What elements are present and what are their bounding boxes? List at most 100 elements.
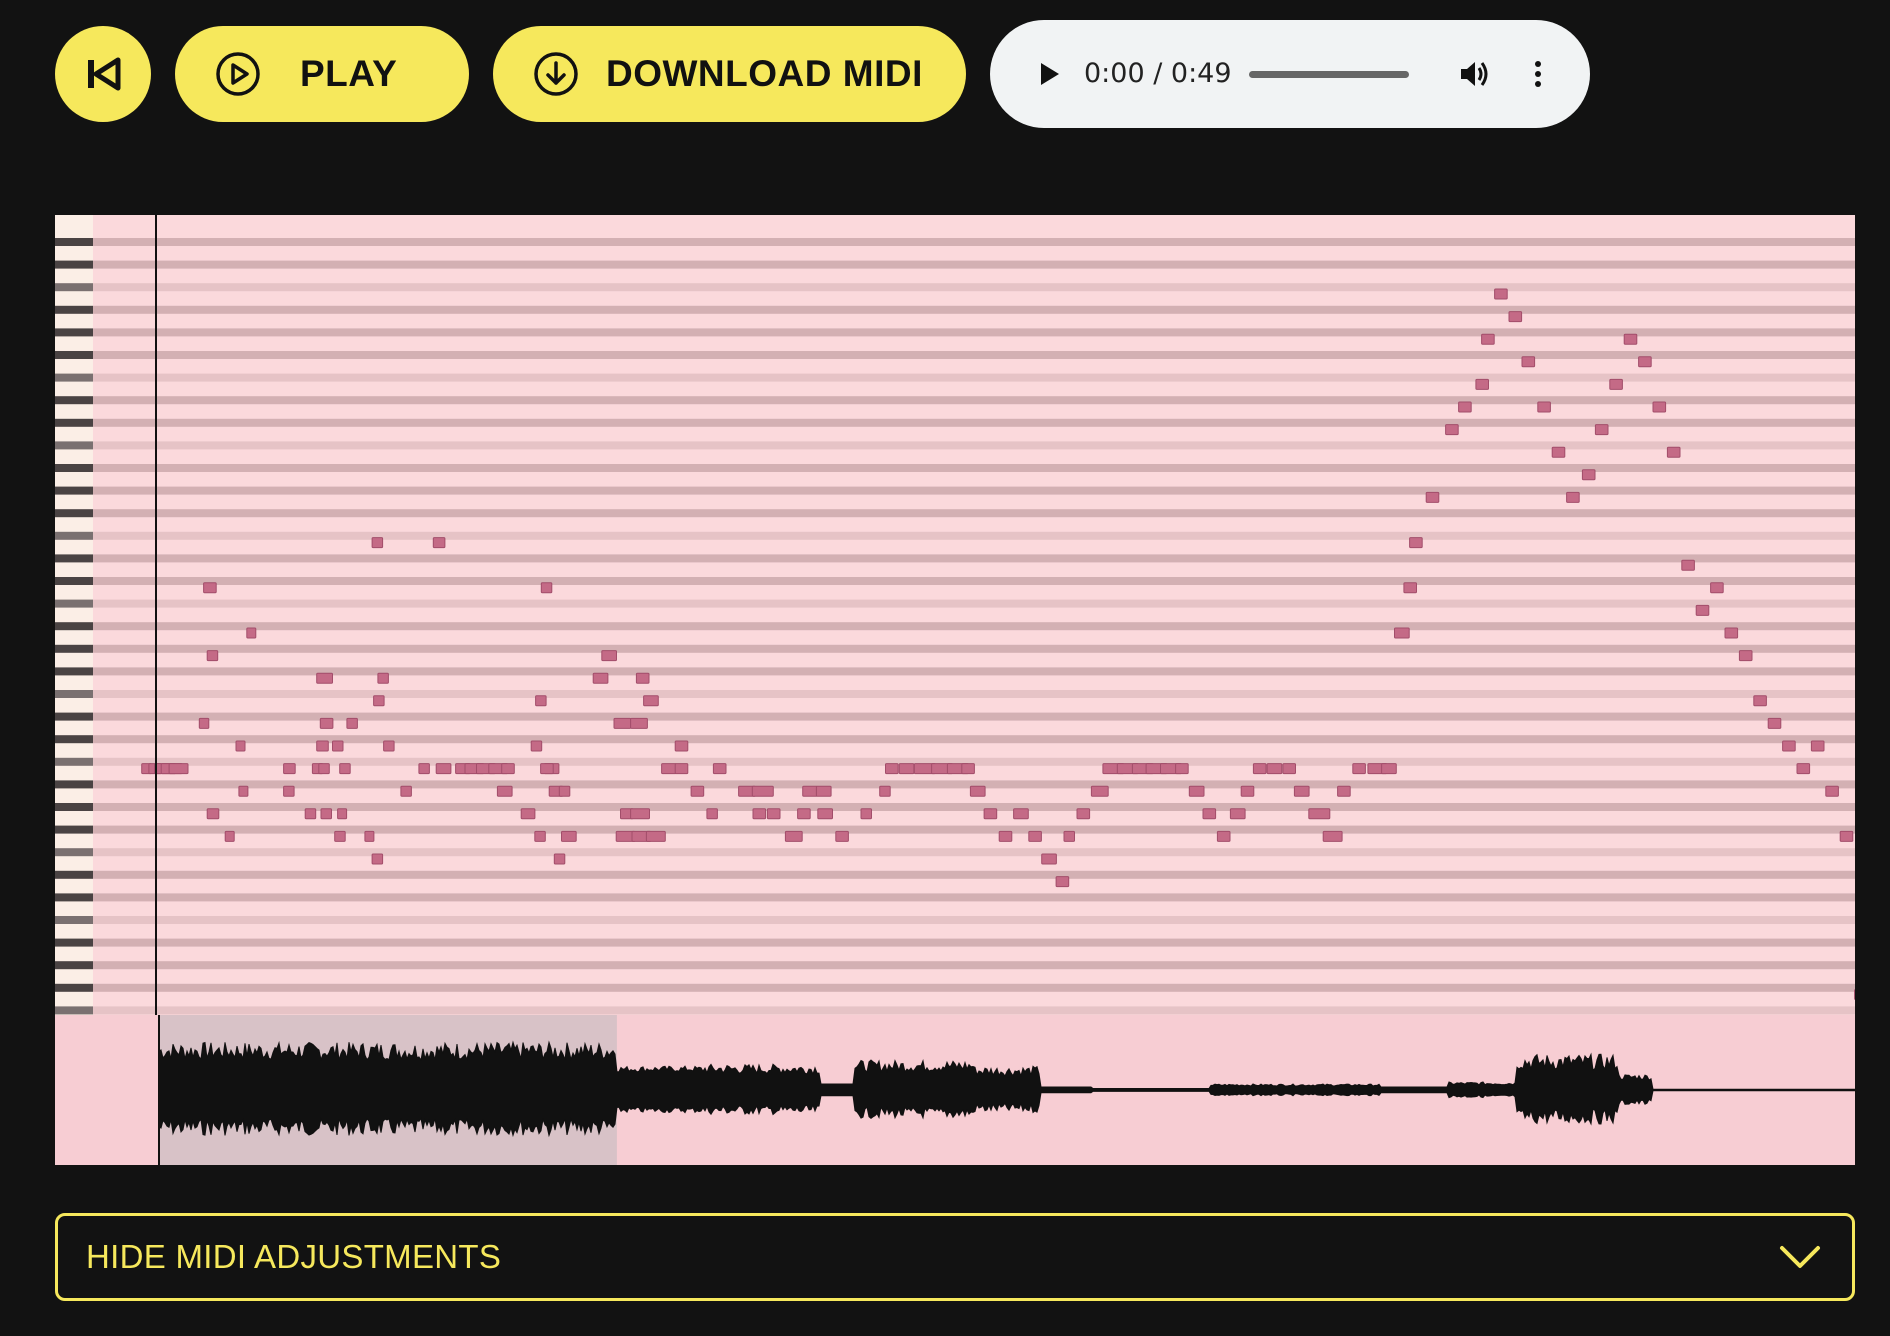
midi-note[interactable]: [1175, 763, 1189, 775]
midi-note[interactable]: [246, 627, 257, 639]
midi-note[interactable]: [1521, 356, 1536, 368]
midi-note[interactable]: [1055, 876, 1070, 888]
midi-note[interactable]: [1710, 582, 1724, 594]
midi-note[interactable]: [1566, 491, 1580, 503]
midi-note[interactable]: [283, 785, 295, 797]
midi-note[interactable]: [1090, 785, 1109, 797]
midi-note[interactable]: [1782, 740, 1796, 752]
midi-note[interactable]: [879, 785, 891, 797]
midi-note[interactable]: [635, 672, 650, 684]
midi-note[interactable]: [1839, 830, 1854, 842]
midi-note[interactable]: [553, 853, 566, 865]
midi-note[interactable]: [1581, 469, 1596, 481]
midi-note[interactable]: [885, 763, 899, 775]
midi-note[interactable]: [1293, 785, 1310, 797]
piano-roll[interactable]: [55, 215, 1855, 1015]
midi-note[interactable]: [1724, 627, 1739, 639]
midi-note[interactable]: [235, 740, 246, 752]
midi-note[interactable]: [601, 650, 617, 662]
midi-note[interactable]: [418, 763, 430, 775]
midi-note[interactable]: [1551, 446, 1566, 458]
midi-note[interactable]: [752, 808, 767, 820]
midi-note[interactable]: [1308, 808, 1331, 820]
midi-note[interactable]: [561, 830, 577, 842]
midi-note[interactable]: [1409, 537, 1423, 549]
midi-note[interactable]: [435, 763, 452, 775]
midi-note[interactable]: [1425, 491, 1440, 503]
midi-note[interactable]: [1623, 333, 1638, 345]
midi-note[interactable]: [784, 830, 803, 842]
midi-note[interactable]: [496, 785, 513, 797]
midi-note[interactable]: [206, 650, 219, 662]
midi-note[interactable]: [1494, 288, 1508, 300]
midi-note[interactable]: [1738, 650, 1753, 662]
midi-note[interactable]: [558, 785, 571, 797]
midi-note[interactable]: [377, 672, 389, 684]
midi-note[interactable]: [860, 808, 872, 820]
midi-note[interactable]: [332, 740, 344, 752]
midi-note[interactable]: [1537, 401, 1551, 413]
midi-note[interactable]: [339, 763, 351, 775]
midi-note[interactable]: [969, 785, 986, 797]
midi-note[interactable]: [1753, 695, 1767, 707]
midi-note[interactable]: [383, 740, 395, 752]
volume-icon[interactable]: [1456, 56, 1492, 92]
midi-note[interactable]: [766, 808, 781, 820]
midi-note[interactable]: [1381, 763, 1397, 775]
midi-note[interactable]: [898, 763, 915, 775]
midi-note[interactable]: [400, 785, 412, 797]
midi-note[interactable]: [802, 785, 818, 797]
waveform[interactable]: [55, 1015, 1855, 1165]
midi-note[interactable]: [1216, 830, 1231, 842]
midi-note[interactable]: [501, 763, 515, 775]
midi-note[interactable]: [1681, 559, 1695, 571]
midi-note[interactable]: [961, 763, 975, 775]
midi-note[interactable]: [530, 740, 543, 752]
midi-note[interactable]: [1041, 853, 1057, 865]
midi-note[interactable]: [283, 763, 296, 775]
midi-note[interactable]: [371, 537, 384, 549]
midi-note[interactable]: [1076, 808, 1091, 820]
midi-note[interactable]: [983, 808, 998, 820]
midi-note[interactable]: [592, 672, 609, 684]
more-vertical-icon[interactable]: [1520, 56, 1556, 92]
midi-note[interactable]: [1609, 378, 1623, 390]
midi-note[interactable]: [319, 717, 334, 729]
midi-note[interactable]: [203, 582, 217, 594]
midi-note[interactable]: [1403, 582, 1418, 594]
download-midi-button[interactable]: DOWNLOAD MIDI: [493, 26, 966, 122]
midi-note[interactable]: [1695, 604, 1710, 616]
midi-note[interactable]: [674, 740, 689, 752]
midi-note[interactable]: [712, 763, 727, 775]
midi-note[interactable]: [1825, 785, 1839, 797]
midi-note[interactable]: [364, 830, 375, 842]
midi-note[interactable]: [318, 763, 330, 775]
hide-midi-adjustments-toggle[interactable]: HIDE MIDI ADJUSTMENTS: [55, 1213, 1855, 1301]
audio-progress-bar[interactable]: [1249, 71, 1409, 78]
midi-note[interactable]: [540, 582, 553, 594]
midi-note[interactable]: [535, 695, 547, 707]
midi-note[interactable]: [334, 830, 346, 842]
midi-note[interactable]: [1796, 763, 1811, 775]
midi-note[interactable]: [316, 672, 334, 684]
midi-note[interactable]: [1394, 627, 1410, 639]
midi-note[interactable]: [1638, 356, 1652, 368]
midi-note[interactable]: [304, 808, 317, 820]
midi-note[interactable]: [1266, 763, 1283, 775]
midi-note[interactable]: [1240, 785, 1255, 797]
midi-note[interactable]: [346, 717, 358, 729]
midi-note[interactable]: [630, 808, 650, 820]
midi-note[interactable]: [320, 808, 332, 820]
midi-note[interactable]: [520, 808, 536, 820]
midi-note[interactable]: [1013, 808, 1029, 820]
midi-note[interactable]: [373, 695, 385, 707]
midi-note[interactable]: [817, 808, 833, 820]
midi-note[interactable]: [1652, 401, 1667, 413]
midi-note[interactable]: [1202, 808, 1217, 820]
midi-note[interactable]: [1229, 808, 1246, 820]
midi-note[interactable]: [1458, 401, 1472, 413]
midi-note[interactable]: [1352, 763, 1366, 775]
midi-note[interactable]: [1810, 740, 1825, 752]
midi-note[interactable]: [751, 785, 774, 797]
midi-note[interactable]: [198, 717, 210, 729]
